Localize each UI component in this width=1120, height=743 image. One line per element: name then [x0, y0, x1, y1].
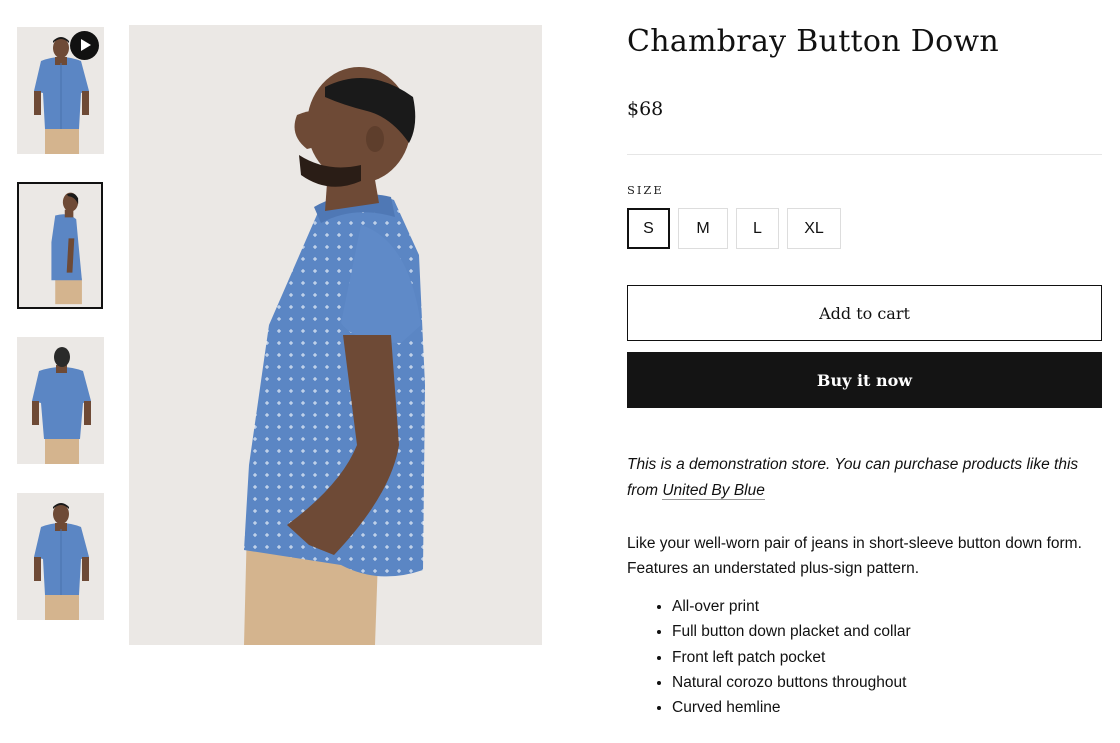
product-description: Like your well-worn pair of jeans in sho… [627, 534, 1082, 577]
list-item: All-over print [672, 594, 911, 619]
united-by-blue-link[interactable]: United By Blue [662, 481, 765, 500]
thumbnail-front-video[interactable] [17, 27, 104, 154]
list-item: Full button down placket and collar [672, 619, 911, 644]
list-item: Front left patch pocket [672, 645, 911, 670]
model-side-image [129, 25, 542, 645]
model-back-image [17, 337, 104, 464]
size-option-l[interactable]: L [736, 208, 779, 249]
feature-list: All-over print Full button down placket … [627, 594, 911, 720]
size-option-m[interactable]: M [678, 208, 728, 249]
size-option-xl[interactable]: XL [787, 208, 841, 249]
size-option-s[interactable]: S [627, 208, 670, 249]
demo-store-note: This is a demonstration store. You can p… [627, 452, 1097, 504]
main-product-image[interactable] [129, 25, 542, 645]
play-icon [70, 31, 99, 60]
product-price: $68 [627, 98, 664, 120]
model-side-image [19, 184, 101, 307]
list-item: Curved hemline [672, 695, 911, 720]
thumbnail-side-selected[interactable] [17, 182, 103, 309]
model-front-image [17, 493, 104, 620]
product-title: Chambray Button Down [627, 24, 1000, 59]
size-selector: S M L XL [627, 208, 841, 249]
buy-now-button[interactable]: Buy it now [627, 352, 1102, 408]
list-item: Natural corozo buttons throughout [672, 670, 911, 695]
divider [627, 154, 1102, 155]
thumbnail-front[interactable] [17, 493, 104, 620]
size-label: SIZE [627, 183, 664, 197]
thumbnail-back[interactable] [17, 337, 104, 464]
add-to-cart-button[interactable]: Add to cart [627, 285, 1102, 341]
